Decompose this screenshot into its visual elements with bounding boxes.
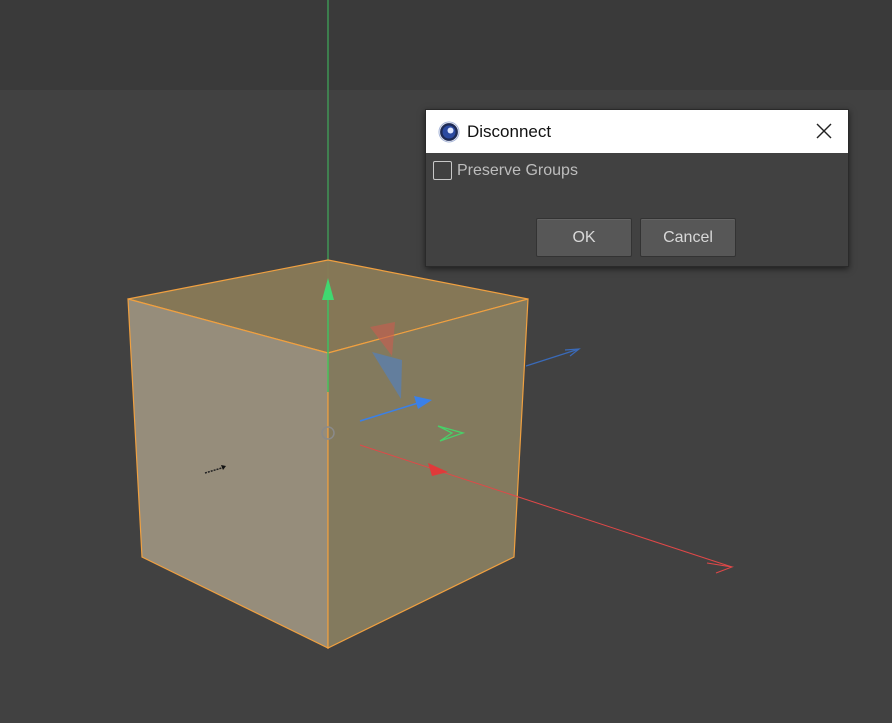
dialog-title: Disconnect [467,122,552,141]
cinema4d-logo-icon [438,121,460,143]
cube-front-face[interactable] [127,298,329,649]
ok-button[interactable]: OK [536,218,632,257]
close-icon[interactable] [812,119,836,143]
world-z-axis [525,348,580,367]
cube-right-face[interactable] [327,298,529,649]
preserve-groups-label[interactable]: Preserve Groups [457,162,578,180]
preserve-groups-checkbox[interactable] [433,161,452,180]
dialog-titlebar[interactable]: Disconnect [426,110,848,153]
x-axis-end-arrow-icon [706,562,734,574]
cancel-button[interactable]: Cancel [640,218,736,257]
disconnect-dialog: Disconnect Preserve Groups OK Cancel [425,109,849,267]
